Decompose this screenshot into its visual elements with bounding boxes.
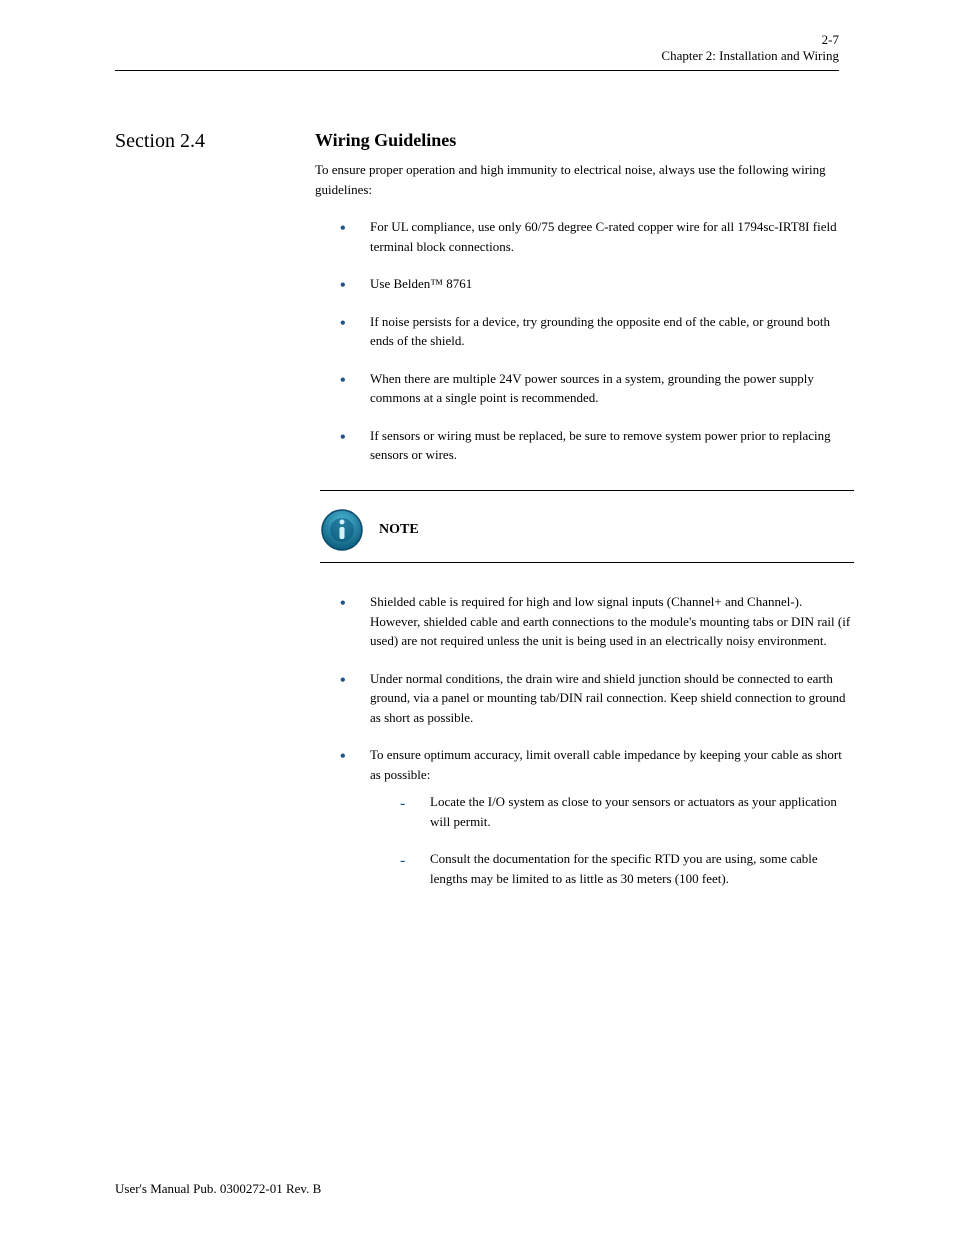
list-item: When there are multiple 24V power source… [340, 369, 854, 408]
page-number: 2-7 [822, 32, 839, 48]
list-item: If noise persists for a device, try grou… [340, 312, 854, 351]
sub-list-item: Consult the documentation for the specif… [370, 849, 854, 888]
footer-text: User's Manual Pub. 0300272-01 Rev. B [115, 1181, 321, 1197]
section-label: Section 2.4 [115, 130, 205, 153]
list-item: Under normal conditions, the drain wire … [340, 669, 854, 728]
divider [320, 562, 854, 563]
info-icon [320, 508, 364, 552]
list-item: To ensure optimum accuracy, limit overal… [340, 745, 854, 888]
list-item: Use Belden™ 8761 [340, 274, 854, 294]
divider [320, 490, 854, 491]
list-item: Shielded cable is required for high and … [340, 592, 854, 651]
section-heading: Wiring Guidelines [315, 130, 456, 151]
section-intro: To ensure proper operation and high immu… [315, 160, 854, 199]
chapter-header: Chapter 2: Installation and Wiring [661, 48, 839, 64]
note-callout: NOTE [320, 508, 419, 552]
guidelines-list: For UL compliance, use only 60/75 degree… [340, 217, 854, 483]
note-label: NOTE [379, 522, 419, 538]
note-list: Shielded cable is required for high and … [340, 592, 854, 906]
list-item: For UL compliance, use only 60/75 degree… [340, 217, 854, 256]
list-item: If sensors or wiring must be replaced, b… [340, 426, 854, 465]
sub-list-item: Locate the I/O system as close to your s… [370, 792, 854, 831]
sub-list: Locate the I/O system as close to your s… [370, 792, 854, 888]
header-rule [115, 70, 839, 71]
